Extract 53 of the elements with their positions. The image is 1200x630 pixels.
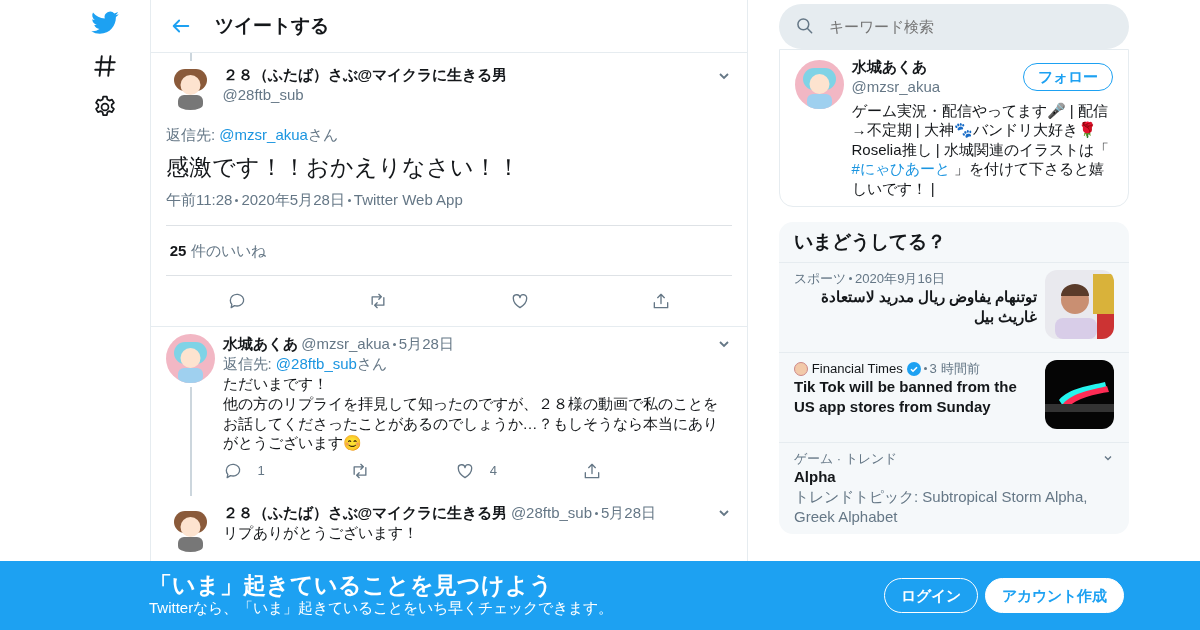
- news-headline: Tik Tok will be banned from the US app stores from Sunday: [794, 377, 1018, 418]
- user-name: 水城あくあ: [851, 57, 928, 78]
- banner-title: 「いま」起きていることを見つけよう: [149, 572, 554, 599]
- action-count: 1: [257, 462, 265, 480]
- tweet-time: 午前11:28: [166, 190, 233, 210]
- tweet-date: 2020年5月28日: [241, 190, 345, 210]
- trend-category: スポーツ: [794, 270, 846, 288]
- tweet-text: ただいまです！: [222, 374, 329, 394]
- user-handle: @28ftb_sub: [222, 84, 305, 105]
- page-title: ツイートする: [214, 13, 329, 38]
- separator-dot: [392, 342, 396, 346]
- search-icon: [795, 15, 815, 36]
- user-handle: @mzsr_akua: [851, 77, 942, 97]
- separator-dot: [595, 511, 598, 515]
- trend-item[interactable]: ゲーム · トレンド Alpha トレンドトピック: Subtropical Storm Alpha, Greek Alphabet: [779, 441, 1129, 535]
- action-count: 4: [489, 462, 498, 480]
- news-logo-icon: [794, 361, 808, 376]
- hashtag-link[interactable]: #にゃひあーと: [851, 160, 950, 178]
- news-source: Financial Times: [811, 360, 903, 378]
- reply-context: 返信先: @28ftb_subさん: [222, 354, 388, 375]
- tweet-text: リプありがとうございます！: [222, 523, 419, 543]
- hashtag-icon[interactable]: [92, 52, 118, 79]
- like-count-link[interactable]: 25 件のいいね: [169, 240, 266, 261]
- tweet-source[interactable]: Twitter Web App: [353, 190, 463, 210]
- tweet-text: 感激です！！おかえりなさい！！: [166, 153, 521, 183]
- trend-category: ゲーム · トレンド: [794, 450, 897, 468]
- user-handle: @mzsr_akua: [301, 334, 390, 355]
- search-field[interactable]: キーワード検索: [779, 3, 1129, 49]
- follow-button[interactable]: フォロー: [1023, 63, 1113, 92]
- news-headline: توتنهام يفاوض ريال مدريد لاستعادة غاريث بيل: [819, 287, 1038, 328]
- separator-dot: [347, 198, 351, 202]
- banner-subtitle: Twitterなら、「いま」起きていることをいち早くチェックできます。: [149, 598, 615, 619]
- reply-context: 返信先: @mzsr_akuaさん: [166, 125, 339, 145]
- mention-link[interactable]: @mzsr_akua: [219, 126, 308, 143]
- trend-description: トレンドトピック: Subtropical Storm Alpha, Greek Alphabet: [794, 487, 1089, 527]
- separator-dot: [923, 367, 927, 371]
- mention-link[interactable]: @28ftb_sub: [275, 355, 357, 373]
- trend-time: 2020年9月16日: [855, 270, 946, 288]
- profile-bio: ゲーム実況・配信やってます🎤 | 配信→不定期 | 大神🐾バンドリ大好き🌹Roselia推し | 水城関連のイラストは「 #にゃひあーと 」を付けて下さると嬉しいです！ |: [851, 100, 1110, 199]
- tweet-date: 5月28日: [398, 334, 454, 355]
- user-name: ２８（ふたば）さぶ@マイクラに生きる男: [222, 503, 508, 524]
- tweet-date: 5月28日: [601, 503, 657, 524]
- separator-dot: [235, 198, 239, 202]
- trend-title: Alpha: [794, 467, 837, 488]
- trend-time: 3 時間前: [929, 360, 980, 378]
- tweet-text: 他の方のリプライを拝見して知ったのですが、２８様の動画で私のことをお話してくださったことがあるのでしょうか…？もしそうなら本当にありがとうございます😊: [222, 393, 719, 454]
- separator-dot: [849, 277, 852, 281]
- trend-item[interactable]: Financial Times 3 時間前 Tik Tok will be banned from the US app stores from Sunday: [779, 351, 1129, 442]
- user-name: ２８（ふたば）さぶ@マイクラに生きる男: [222, 64, 509, 85]
- user-name: 水城あくあ: [222, 334, 298, 355]
- user-handle: @28ftb_sub: [510, 503, 592, 524]
- panel-title: いまどうしてる？: [793, 230, 947, 255]
- signup-button[interactable]: アカウント作成: [985, 577, 1124, 614]
